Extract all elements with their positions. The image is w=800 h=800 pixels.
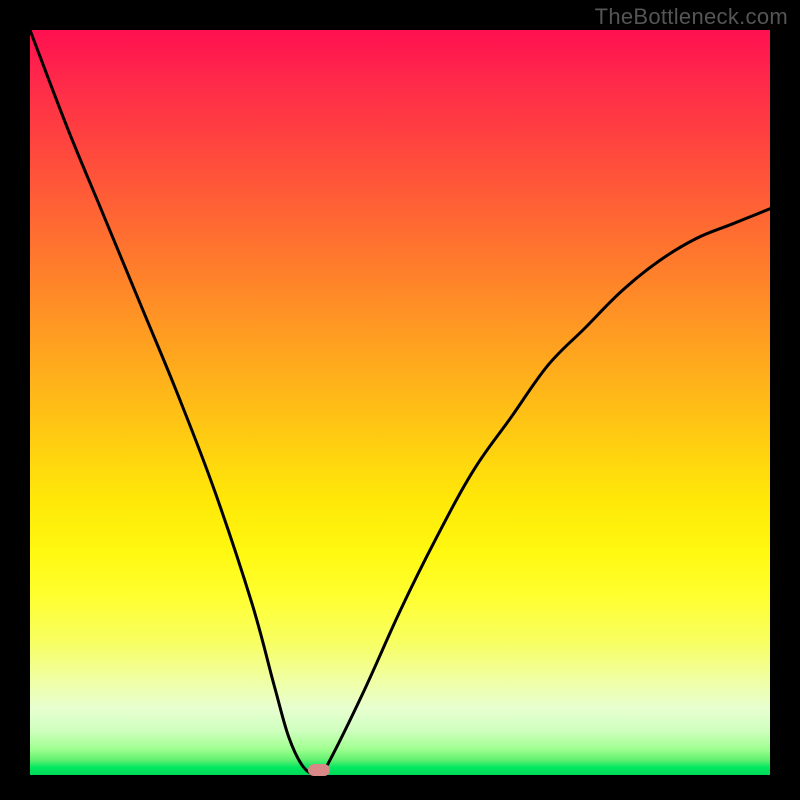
plot-area — [30, 30, 770, 775]
optimal-marker — [308, 764, 330, 776]
watermark-text: TheBottleneck.com — [595, 4, 788, 30]
bottleneck-curve — [30, 30, 770, 775]
chart-container: TheBottleneck.com — [0, 0, 800, 800]
